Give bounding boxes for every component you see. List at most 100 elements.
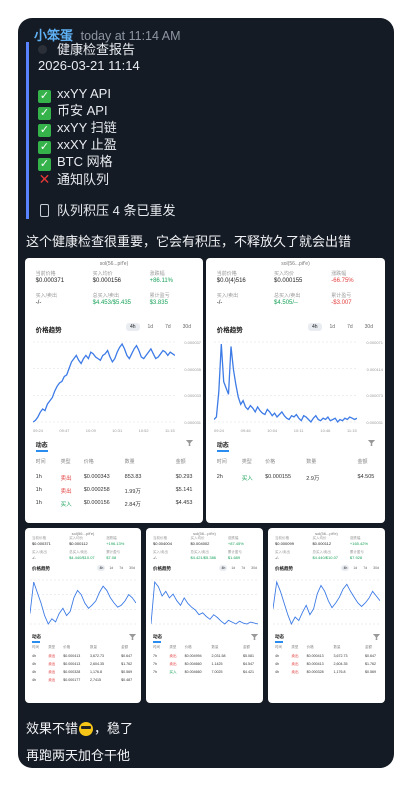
- stat-value: $1.689: [227, 555, 241, 560]
- price-chart[interactable]: [30, 576, 136, 628]
- tab-1d[interactable]: 1d: [326, 323, 340, 331]
- trade-card[interactable]: sol(56...pif'e) 当前价格 $0.0(4)516 买入均价 $0.0001…: [206, 258, 385, 523]
- tab-1d[interactable]: 1d: [351, 565, 359, 571]
- table-cell-price: $0.004660: [184, 662, 202, 666]
- y-tick-label: 0.000031: [184, 420, 201, 425]
- trade-card[interactable]: sol(56...pif'e) 当前价格 $0.000371 买入均价 $0.00015…: [25, 258, 203, 523]
- queue-note: 队列积压 4 条已重发: [57, 202, 176, 218]
- x-tick-label: 09:24: [214, 428, 225, 433]
- price-chart[interactable]: [214, 338, 357, 426]
- stat-value: -/-: [275, 555, 279, 560]
- filter-icon[interactable]: [186, 440, 193, 446]
- stat-label: 买入均价: [92, 271, 113, 277]
- table-cell-price: $0.000258: [83, 487, 110, 493]
- tab-1d[interactable]: 1d: [144, 323, 158, 331]
- price-chart[interactable]: [151, 576, 258, 628]
- price-trend-title: 价格趋势: [275, 566, 294, 571]
- check-label: 通知队列: [57, 172, 110, 188]
- table-cell-type: 卖出: [60, 489, 72, 495]
- table-header: 价格: [63, 645, 71, 649]
- table-cell-price: $0.000328: [63, 670, 81, 674]
- price-line: [151, 580, 258, 625]
- stat-value: $0.000099: [275, 541, 294, 546]
- tab-7d[interactable]: 7d: [161, 323, 175, 331]
- check-item: ✓ 币安 API: [38, 103, 366, 121]
- stat-label: 当前价格: [216, 271, 237, 277]
- stat-label: 买入/卖出: [216, 293, 239, 299]
- price-line: [33, 342, 175, 423]
- check-item: ✓ xxXY 止盈: [38, 137, 366, 155]
- table-cell-time: 4h: [275, 670, 280, 674]
- tab-30d[interactable]: 30d: [179, 323, 195, 331]
- filter-icon[interactable]: [368, 440, 375, 446]
- sender-name[interactable]: 小笨蛋: [34, 28, 73, 43]
- table-cell-qty: 3,672.73: [333, 654, 348, 658]
- tab-30d[interactable]: 30d: [249, 565, 259, 571]
- stat-value: $0.000112: [69, 541, 88, 546]
- tab-4h[interactable]: 4h: [125, 323, 140, 331]
- tab-4h[interactable]: 4h: [341, 565, 350, 571]
- token-address[interactable]: sol(56...pif'e): [206, 261, 385, 267]
- table-cell-amount: $5.081: [242, 654, 254, 658]
- health-report-embed: 健康检查报告 2026-03-21 11:14 ✓ xxYY API ✓ 币安 AP…: [26, 42, 366, 219]
- report-icon: [38, 45, 47, 54]
- trade-card[interactable]: sol(56...pif'e) 当前价格 $0.004004 买入均价 $0.00400…: [146, 528, 263, 703]
- tab-7d[interactable]: 7d: [117, 565, 125, 571]
- report-title-line: 健康检查报告: [38, 42, 366, 58]
- stat-value: $0.000112: [312, 541, 332, 546]
- comment-text-2: 效果不错 ，稳了: [26, 718, 133, 737]
- check-item: ✕ 通知队列: [38, 171, 366, 188]
- tab-4h[interactable]: 4h: [307, 323, 322, 331]
- price-chart[interactable]: [273, 576, 380, 628]
- table-header: 时间: [35, 459, 46, 465]
- price-chart[interactable]: [33, 338, 175, 426]
- tab-1d[interactable]: 1d: [107, 565, 115, 571]
- tab-4h[interactable]: 4h: [97, 565, 106, 571]
- table-header: 金额: [364, 645, 372, 649]
- activity-title: 动态: [275, 634, 285, 639]
- stat-value: $4.440/$10.07: [69, 555, 95, 560]
- table-header: 时间: [31, 645, 39, 649]
- table-cell-amount: $0.487: [121, 678, 133, 682]
- price-trend-title: 价格趋势: [216, 327, 243, 334]
- tab-30d[interactable]: 30d: [127, 565, 137, 571]
- table-cell-time: 1h: [35, 487, 42, 493]
- table-cell-type: 卖出: [60, 476, 72, 482]
- stat-label: 涨跌幅: [331, 271, 347, 277]
- filter-icon[interactable]: [251, 634, 258, 640]
- table-header: 价格: [265, 459, 276, 465]
- table-cell-type: 卖出: [48, 670, 56, 674]
- x-tick-label: 10:31: [112, 428, 123, 433]
- table-header: 价格: [306, 645, 314, 649]
- filter-icon[interactable]: [373, 634, 380, 640]
- tab-7d[interactable]: 7d: [239, 565, 247, 571]
- tab-30d[interactable]: 30d: [361, 323, 377, 331]
- comment-text-2a: 效果不错: [26, 721, 79, 736]
- tab-1d[interactable]: 1d: [229, 565, 237, 571]
- table-cell-type: 卖出: [48, 678, 56, 682]
- y-tick-label: 0.000114: [366, 366, 383, 372]
- check-label: BTC 网格: [57, 154, 113, 170]
- filter-icon[interactable]: [129, 634, 136, 640]
- table-cell-type: 卖出: [291, 670, 299, 674]
- table-cell-price: $0.000156: [83, 500, 110, 506]
- x-tick-label: 09:47: [59, 428, 70, 433]
- tab-4h[interactable]: 4h: [219, 565, 228, 571]
- comment-text: 这个健康检查很重要，它会有积压，不释放久了就会出错: [26, 234, 352, 249]
- table-cell-time: 4h: [31, 654, 36, 658]
- table-cell-qty: 3,672.73: [89, 654, 104, 658]
- stat-value: $0.000156: [92, 278, 121, 284]
- token-address[interactable]: sol(56...pif'e): [25, 261, 203, 267]
- tab-30d[interactable]: 30d: [371, 565, 381, 571]
- tab-7d[interactable]: 7d: [361, 565, 369, 571]
- table-cell-amount: $4.505: [357, 474, 375, 480]
- tab-7d[interactable]: 7d: [343, 323, 357, 331]
- table-cell-time: 1h: [35, 474, 42, 480]
- timeframe-tabs: 4h 1d 7d 30d: [219, 565, 259, 571]
- stat-value: -/-: [35, 300, 42, 306]
- x-tick-label: 10:52: [138, 428, 149, 433]
- trade-card[interactable]: sol(56...pif'e) 当前价格 $0.000371 买入均价 $0.00011…: [25, 528, 141, 703]
- y-tick-label: 0.000037: [184, 340, 201, 345]
- trade-card[interactable]: sol(56...pif'e) 当前价格 $0.000099 买入均价 $0.00011…: [268, 528, 385, 703]
